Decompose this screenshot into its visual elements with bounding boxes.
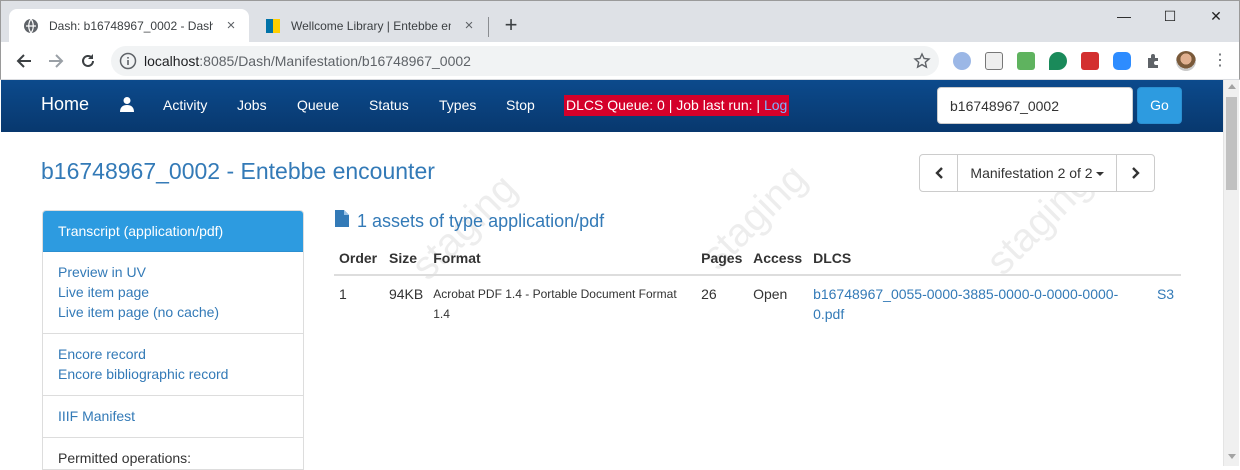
globe-icon [23,18,39,34]
scroll-up-arrow-icon[interactable] [1228,84,1236,89]
iiif-manifest-link[interactable]: IIIF Manifest [58,406,288,426]
nav-queue[interactable]: Queue [297,97,339,113]
column-header-format: Format [428,246,697,276]
url-text: localhost:8085/Dash/Manifestation/b16748… [144,53,471,69]
sidebar-group-operations: Permitted operations: [43,438,303,469]
log-link[interactable]: Log [764,97,787,113]
s3-link[interactable]: S3 [1157,286,1174,302]
previous-manifestation-button[interactable] [920,155,958,191]
extension-icon[interactable] [1113,52,1131,70]
chevron-left-icon [934,167,943,179]
column-header-access: Access [748,246,809,276]
queue-status-text: DLCS Queue: 0 | Job last run: | [566,97,764,113]
sidebar: Transcript (application/pdf) Preview in … [42,210,304,470]
page-scrollbar[interactable] [1223,80,1239,466]
cell-s3: S3 [1152,275,1181,332]
user-icon[interactable] [119,96,135,117]
next-manifestation-button[interactable] [1116,155,1154,191]
profile-avatar[interactable] [1176,51,1196,71]
table-row: 1 94KB Acrobat PDF 1.4 - Portable Docume… [334,275,1181,332]
browser-tab-dash[interactable]: Dash: b16748967_0002 - Dashbo × [9,9,249,43]
new-tab-button[interactable]: + [499,14,523,38]
info-icon[interactable] [119,52,137,75]
cell-access: Open [753,286,788,302]
nav-types[interactable]: Types [439,97,476,113]
cell-dlcs: b16748967_0055-0000-3885-0000-0-0000-000… [808,275,1152,332]
encore-record-link[interactable]: Encore record [58,344,288,364]
dlcs-link[interactable]: b16748967_0055-0000-3885-0000-0-0000-000… [813,286,1118,322]
live-item-page-link[interactable]: Live item page [58,282,288,302]
extension-icon[interactable] [1017,52,1035,70]
column-header-s3 [1151,246,1181,276]
chevron-right-icon [1131,167,1140,179]
forward-arrow-icon [49,54,64,68]
extension-icon[interactable] [1049,52,1067,70]
manifestation-dropdown[interactable]: Manifestation 2 of 2 [958,155,1116,191]
manifestation-label: Manifestation 2 of 2 [970,165,1093,181]
url-path: :8085/Dash/Manifestation/b16748967_0002 [199,53,471,69]
site-navbar: Home Activity Jobs Queue Status Types St… [1,80,1223,132]
column-header-size: Size [383,246,429,276]
forward-button[interactable] [44,49,68,73]
live-item-page-no-cache-link[interactable]: Live item page (no cache) [58,302,288,322]
table-header-row: Order Size Format Pages Access DLCS [334,246,1181,276]
column-header-order: Order [334,246,384,276]
browser-tab-bar: Dash: b16748967_0002 - Dashbo × Wellcome… [0,0,1240,43]
minimize-button[interactable]: — [1101,1,1147,31]
sidebar-group-preview: Preview in UV Live item page Live item p… [43,252,303,334]
browser-toolbar: localhost:8085/Dash/Manifestation/b16748… [0,42,1240,80]
wellcome-favicon-icon [265,18,281,34]
assets-table: Order Size Format Pages Access DLCS 1 94… [334,246,1181,332]
close-window-button[interactable]: ✕ [1193,1,1239,31]
tab-divider [488,17,489,37]
cell-order: 1 [339,286,347,302]
sidebar-group-encore: Encore record Encore bibliographic recor… [43,334,303,396]
tab-title: Wellcome Library | Entebbe enco [291,19,451,33]
back-arrow-icon [16,54,31,68]
address-bar[interactable]: localhost:8085/Dash/Manifestation/b16748… [111,46,939,76]
nav-jobs[interactable]: Jobs [237,97,267,113]
caret-down-icon [1095,172,1104,177]
permitted-operations-label: Permitted operations: [58,450,192,466]
column-header-dlcs: DLCS [808,246,1152,276]
browser-tab-wellcome[interactable]: Wellcome Library | Entebbe enco × [251,9,487,43]
puzzle-icon[interactable] [1145,52,1163,70]
browser-menu-icon[interactable]: ⋮ [1212,52,1228,70]
extension-icon[interactable] [1081,52,1099,70]
url-host: localhost [144,53,200,69]
extension-icon[interactable] [953,52,971,70]
maximize-button[interactable]: ☐ [1147,1,1193,31]
bookmark-star-icon[interactable] [913,52,931,75]
column-header-pages: Pages [696,246,749,276]
dlcs-queue-status: DLCS Queue: 0 | Job last run: | Log [564,95,790,116]
scroll-down-arrow-icon[interactable] [1228,454,1236,459]
scroll-thumb[interactable] [1226,97,1237,190]
encore-bibliographic-record-link[interactable]: Encore bibliographic record [58,364,288,384]
nav-stop[interactable]: Stop [506,97,535,113]
tab-close-icon[interactable]: × [461,18,477,34]
tab-close-icon[interactable]: × [223,18,239,34]
nav-activity[interactable]: Activity [163,97,207,113]
back-button[interactable] [12,49,36,73]
reload-icon [82,54,94,67]
assets-heading: 1 assets of type application/pdf [335,210,604,232]
cell-format: Acrobat PDF 1.4 - Portable Document Form… [433,287,677,321]
search-input[interactable] [937,87,1133,124]
preview-in-uv-link[interactable]: Preview in UV [58,262,288,282]
page-title: b16748967_0002 - Entebbe encounter [41,158,435,184]
nav-status[interactable]: Status [369,97,409,113]
file-icon [335,210,349,232]
extension-icon[interactable] [985,52,1003,70]
cell-size: 94KB [388,286,424,302]
sidebar-item-transcript[interactable]: Transcript (application/pdf) [43,211,303,252]
cell-pages: 26 [701,286,717,302]
reload-button[interactable] [76,49,100,73]
assets-heading-text: 1 assets of type application/pdf [357,210,605,231]
tab-title: Dash: b16748967_0002 - Dashbo [49,19,213,33]
nav-home-link[interactable]: Home [41,94,89,115]
go-button[interactable]: Go [1137,87,1182,124]
sidebar-group-iiif: IIIF Manifest [43,396,303,438]
manifestation-pager: Manifestation 2 of 2 [919,154,1155,192]
